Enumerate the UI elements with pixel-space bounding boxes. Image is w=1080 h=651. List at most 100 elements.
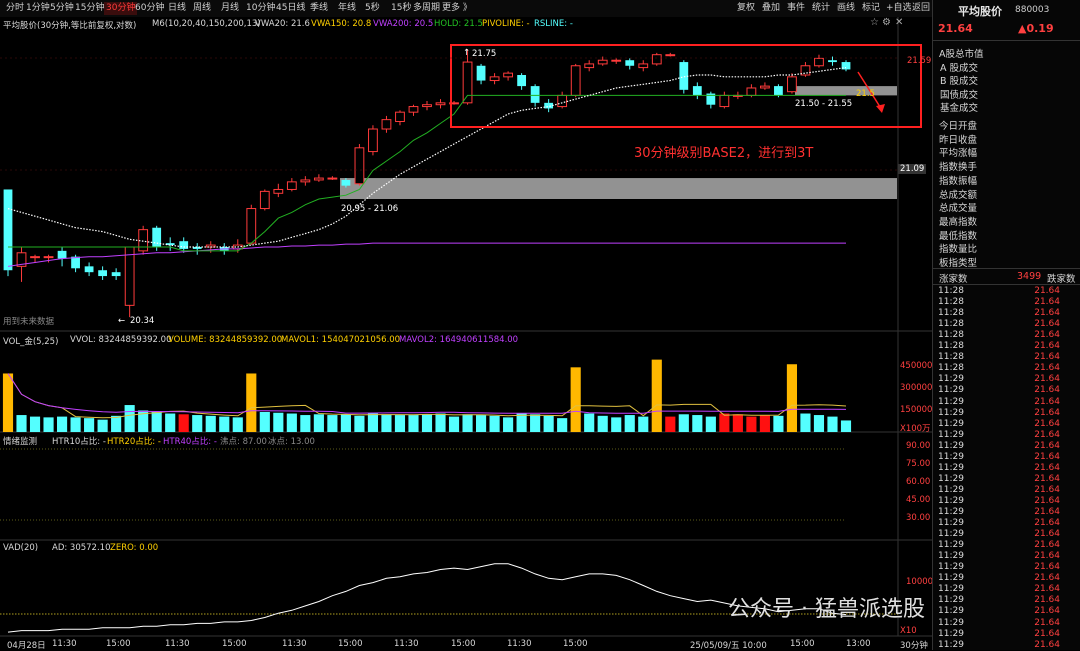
time-label: 11:30 [394, 639, 419, 649]
mavol2-label: MAVOL2: 164940611584.00 [399, 335, 519, 345]
candle [408, 106, 419, 113]
htr-axis-90: 90.00 [906, 441, 931, 451]
tick-price: 21.64 [1034, 628, 1060, 639]
sidebar-field-3: 国债成交 [940, 89, 979, 101]
tick-price: 21.64 [1034, 396, 1060, 407]
volume-bar [246, 373, 257, 432]
volume-bar [611, 417, 622, 432]
tick-time: 11:28 [938, 363, 964, 374]
period-label: 30分钟 [900, 641, 928, 651]
tick-row: 11:29 21.64 [938, 540, 1074, 551]
tick-time: 11:28 [938, 308, 964, 319]
pivoline-label: PIVOLINE: - [482, 19, 530, 29]
tick-price: 21.64 [1034, 573, 1060, 584]
tick-price: 21.64 [1034, 595, 1060, 606]
volume-bar [97, 419, 108, 432]
volume-bar [192, 415, 203, 432]
candle [503, 72, 513, 78]
volume-bar [165, 413, 176, 432]
tick-row: 11:29 21.64 [938, 408, 1074, 419]
candle [98, 270, 108, 277]
sidebar-field-4: 基金成交 [940, 103, 979, 114]
candle [774, 86, 783, 96]
volume-bar [638, 416, 649, 432]
tick-time: 11:29 [938, 595, 964, 606]
sidebar-field-14: 指数量比 [939, 244, 978, 256]
candle [787, 76, 797, 93]
volume-bar [705, 416, 716, 432]
price-axis-current: 21.09 [898, 164, 927, 174]
tick-price: 21.64 [1034, 540, 1060, 551]
hold-value-label: 21.5 [856, 89, 875, 99]
volume-bar [259, 411, 270, 432]
sidebar-field-8: 指数换手 [939, 162, 978, 174]
tick-time: 11:29 [938, 606, 964, 617]
volume-bar [381, 414, 392, 432]
ma-label: M6(10,20,40,150,200,13) [152, 19, 261, 29]
tick-row: 11:29 21.64 [938, 441, 1074, 452]
future-data-note: 用到未来数据 [3, 317, 55, 327]
volume-bar [340, 414, 351, 432]
candle [517, 74, 527, 87]
tick-price: 21.64 [1034, 617, 1060, 628]
tick-time: 11:29 [938, 385, 964, 396]
htr-axis-60: 60.00 [906, 477, 931, 487]
candle [530, 86, 540, 103]
sidebar-field-9: 指数振幅 [939, 175, 978, 187]
volume-bar [597, 415, 608, 432]
tick-row: 11:29 21.64 [938, 529, 1074, 540]
candle [313, 177, 324, 181]
vad-name: VAD(20) [3, 543, 39, 553]
tick-time: 11:29 [938, 507, 964, 517]
volume-bar [786, 364, 798, 432]
tick-price: 21.64 [1034, 440, 1060, 451]
watermark: 公众号 · 猛兽派选股 [728, 597, 925, 622]
tick-price: 21.64 [1034, 341, 1060, 352]
tick-price: 21.64 [1034, 297, 1060, 308]
tick-row: 11:29 21.64 [938, 618, 1074, 629]
volume-bar [719, 413, 730, 432]
candle [111, 272, 121, 277]
volume-bar [124, 405, 135, 432]
sidebar-field-13: 最低指数 [939, 230, 978, 242]
candle [746, 87, 757, 96]
candle [246, 208, 257, 244]
tick-time: 11:29 [938, 451, 964, 462]
time-label: 15:00 [338, 639, 363, 649]
candle [341, 179, 351, 186]
volume-bar [43, 417, 54, 432]
candle [584, 63, 595, 69]
tick-row: 11:29 21.64 [938, 584, 1074, 595]
tick-time: 11:28 [938, 341, 964, 352]
volume-bar [462, 414, 473, 432]
sidebar-field-12: 最高指数 [939, 216, 978, 228]
hold-label: HOLD: 21.5 [434, 19, 483, 29]
candle [651, 54, 662, 65]
volume-bar [516, 413, 527, 432]
htr10-label: HTR10占比: - [52, 437, 106, 447]
volume-bar [273, 412, 284, 432]
tick-time: 11:28 [938, 286, 964, 296]
mavol1-label: MAVOL1: 154047021056.00 [281, 335, 401, 345]
tick-row: 11:29 21.64 [938, 629, 1074, 640]
close-icon[interactable]: ✕ [895, 17, 903, 28]
fall-count-label: 跌家数 [1047, 274, 1076, 285]
tick-time: 11:28 [938, 352, 964, 363]
volume-bar [489, 415, 500, 432]
gear-icon[interactable]: ⚙ [882, 17, 891, 28]
tick-time: 11:29 [938, 440, 964, 451]
candle [71, 256, 80, 269]
star-icon[interactable]: ☆ [870, 17, 879, 28]
tick-row: 11:29 21.64 [938, 385, 1074, 396]
candle [692, 86, 702, 96]
tick-time: 11:28 [938, 297, 964, 308]
volume-bar [813, 415, 825, 432]
vol-name: VOL_金(5,25) [3, 337, 59, 347]
volume-bar [394, 415, 406, 432]
vwa150-label: VWA150: 20.8 [311, 19, 372, 29]
tick-time: 11:29 [938, 628, 964, 639]
candle [3, 189, 13, 271]
tick-time: 11:29 [938, 374, 964, 385]
vvol-label: VVOL: 83244859392.00 [70, 335, 172, 345]
candle [422, 104, 432, 108]
